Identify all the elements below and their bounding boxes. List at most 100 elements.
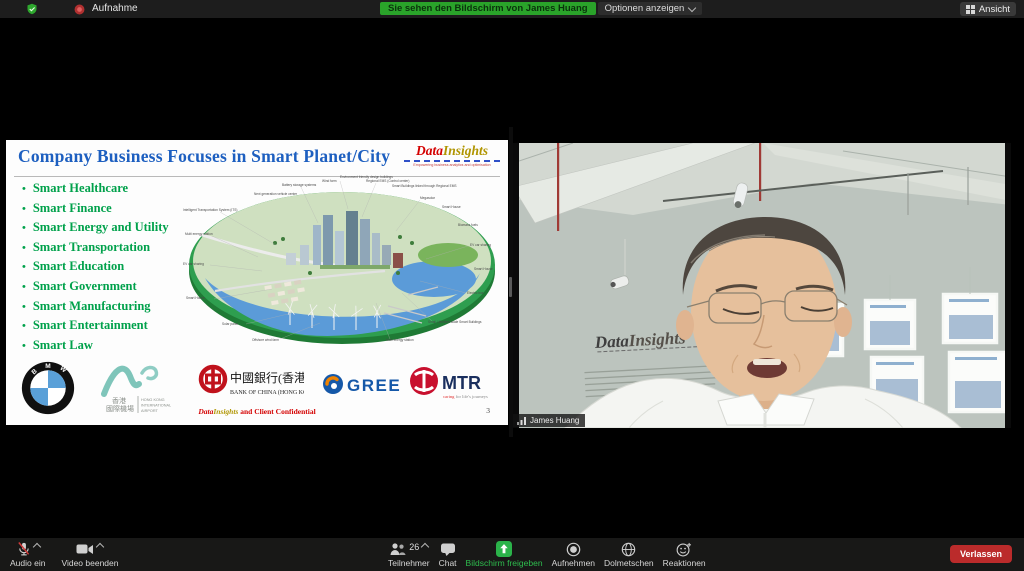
svg-text:Intelligent Transportation Sys: Intelligent Transportation System (ITS) (183, 208, 237, 212)
video-camera-icon (76, 543, 94, 556)
svg-text:Smart House: Smart House (186, 296, 205, 300)
bullet-item: Smart Transportation (22, 238, 169, 258)
chat-bubble-icon (440, 542, 456, 557)
reactions-button[interactable]: Reaktionen (663, 541, 706, 568)
grid-view-icon (966, 5, 975, 14)
slide-page-number: 3 (486, 406, 490, 415)
presentation-slide: Company Business Focuses in Smart Planet… (6, 140, 508, 425)
record-icon (566, 542, 581, 557)
footer-data: Data (198, 407, 213, 416)
video-button-label: Video beenden (61, 558, 118, 568)
logo-part-data: Data (416, 143, 443, 158)
chat-button[interactable]: Chat (439, 541, 457, 568)
meeting-toolbar: Audio ein Video beenden (0, 538, 1024, 571)
participants-button[interactable]: 26 Teilnehmer (388, 541, 430, 568)
svg-text:M: M (45, 363, 50, 370)
record-label: Aufnehmen (552, 558, 595, 568)
svg-text:Next generation vehicle center: Next generation vehicle center (254, 192, 298, 196)
participant-name: James Huang (530, 414, 579, 427)
video-scene: DataInsights (513, 143, 1011, 428)
shared-screen: Company Business Focuses in Smart Planet… (4, 127, 509, 437)
footer-insights: Insights (213, 407, 238, 416)
chat-label: Chat (439, 558, 457, 568)
svg-text:Megasolar: Megasolar (420, 196, 436, 200)
smart-city-illustration: Intelligent Transportation System (ITS) … (180, 173, 508, 355)
bank-of-china-logo: 中國銀行(香港) BANK OF CHINA (HONG KONG) (198, 362, 304, 408)
bullet-item: Smart Education (22, 257, 169, 277)
security-shield-icon[interactable] (26, 3, 38, 15)
speaker-video-tile[interactable]: DataInsights (513, 143, 1011, 428)
leave-meeting-button[interactable]: Verlassen (950, 545, 1012, 563)
viewing-screen-banner: Sie sehen den Bildschirm von James Huang (380, 2, 596, 15)
view-options-dropdown[interactable]: Optionen anzeigen (598, 2, 703, 15)
bullet-list: Smart Healthcare Smart Finance Smart Ene… (22, 179, 169, 355)
svg-text:EV car sharing: EV car sharing (470, 243, 491, 247)
svg-text:BANK OF CHINA (HONG KONG): BANK OF CHINA (HONG KONG) (230, 389, 304, 396)
top-bar: Aufnahme Sie sehen den Bildschirm von Ja… (0, 0, 1024, 18)
participants-label: Teilnehmer (388, 558, 430, 568)
view-button[interactable]: Ansicht (960, 2, 1016, 16)
connection-signal-icon (517, 416, 527, 425)
svg-text:Offshore wind farm: Offshore wind farm (252, 338, 279, 342)
svg-text:Smart House: Smart House (474, 267, 493, 271)
meeting-stage: Company Business Focuses in Smart Planet… (0, 18, 1024, 538)
bullet-item: Smart Finance (22, 199, 169, 219)
svg-text:HONG KONG: HONG KONG (141, 398, 165, 402)
share-screen-button[interactable]: Bildschirm freigeben (466, 541, 543, 568)
svg-text:EV car sharing: EV car sharing (183, 262, 204, 266)
svg-text:Small / Medium scale Smart Bui: Small / Medium scale Smart Buildings (428, 320, 482, 324)
svg-text:Multi energy station: Multi energy station (185, 232, 213, 236)
audio-button[interactable]: Audio ein (10, 541, 45, 568)
datainsights-logo: DataInsights Empowering business analyti… (404, 143, 500, 167)
reactions-smiley-icon (676, 542, 692, 557)
interpretation-button[interactable]: Dolmetschen (604, 541, 654, 568)
reactions-label: Reaktionen (663, 558, 706, 568)
svg-text:Solar panel: Solar panel (222, 322, 238, 326)
record-button[interactable]: Aufnehmen (552, 541, 595, 568)
video-button[interactable]: Video beenden (61, 541, 118, 568)
svg-text:Regional EMS (Control center): Regional EMS (Control center) (366, 179, 409, 183)
audio-button-label: Audio ein (10, 558, 45, 568)
slide-title: Company Business Focuses in Smart Planet… (18, 146, 390, 167)
view-options-label: Optionen anzeigen (605, 2, 685, 15)
footer-rest: and Client Confidential (238, 407, 315, 416)
share-screen-label: Bildschirm freigeben (466, 558, 543, 568)
svg-text:GREE: GREE (347, 376, 401, 395)
bullet-item: Smart Government (22, 277, 169, 297)
participants-icon (389, 542, 406, 556)
svg-text:Wind farm: Wind farm (322, 179, 337, 183)
bullet-item: Smart Law (22, 336, 169, 356)
microphone-muted-icon (16, 541, 31, 556)
pane-resize-handle[interactable] (509, 277, 512, 297)
video-options-caret[interactable] (96, 543, 104, 551)
svg-text:香港: 香港 (112, 396, 126, 405)
globe-icon (621, 542, 636, 557)
svg-text:中國銀行(香港): 中國銀行(香港) (230, 370, 304, 385)
chevron-down-icon (688, 3, 696, 11)
mtr-logo: MTR caring for life's journeys (408, 364, 498, 408)
svg-text:Smart Buildings linked through: Smart Buildings linked through Regional … (392, 184, 457, 188)
bullet-item: Smart Entertainment (22, 316, 169, 336)
participants-caret[interactable] (421, 543, 429, 551)
svg-text:Multi energy station: Multi energy station (386, 338, 414, 342)
svg-text:caring for life's journeys: caring for life's journeys (443, 394, 488, 399)
zoom-meeting-window: Aufnahme Sie sehen den Bildschirm von Ja… (0, 0, 1024, 571)
svg-text:Battery storage systems: Battery storage systems (282, 183, 317, 187)
participant-name-tag: James Huang (513, 414, 585, 427)
bullet-item: Smart Energy and Utility (22, 218, 169, 238)
share-screen-icon (496, 541, 512, 557)
confidential-footer: DataInsights and Client Confidential (6, 407, 508, 416)
recording-label: Aufnahme (92, 0, 138, 18)
svg-text:Smart House: Smart House (442, 205, 461, 209)
participants-count: 26 (409, 542, 419, 552)
view-button-label: Ansicht (979, 4, 1010, 15)
svg-text:Biomass fuels: Biomass fuels (458, 223, 478, 227)
bullet-item: Smart Manufacturing (22, 297, 169, 317)
gree-logo: GREE (322, 370, 402, 398)
logo-part-insights: Insights (443, 143, 488, 158)
interpretation-label: Dolmetschen (604, 558, 654, 568)
svg-text:Electric bus: Electric bus (467, 291, 484, 295)
recording-indicator-icon (74, 4, 85, 15)
svg-text:MTR: MTR (442, 373, 481, 393)
audio-options-caret[interactable] (32, 543, 40, 551)
